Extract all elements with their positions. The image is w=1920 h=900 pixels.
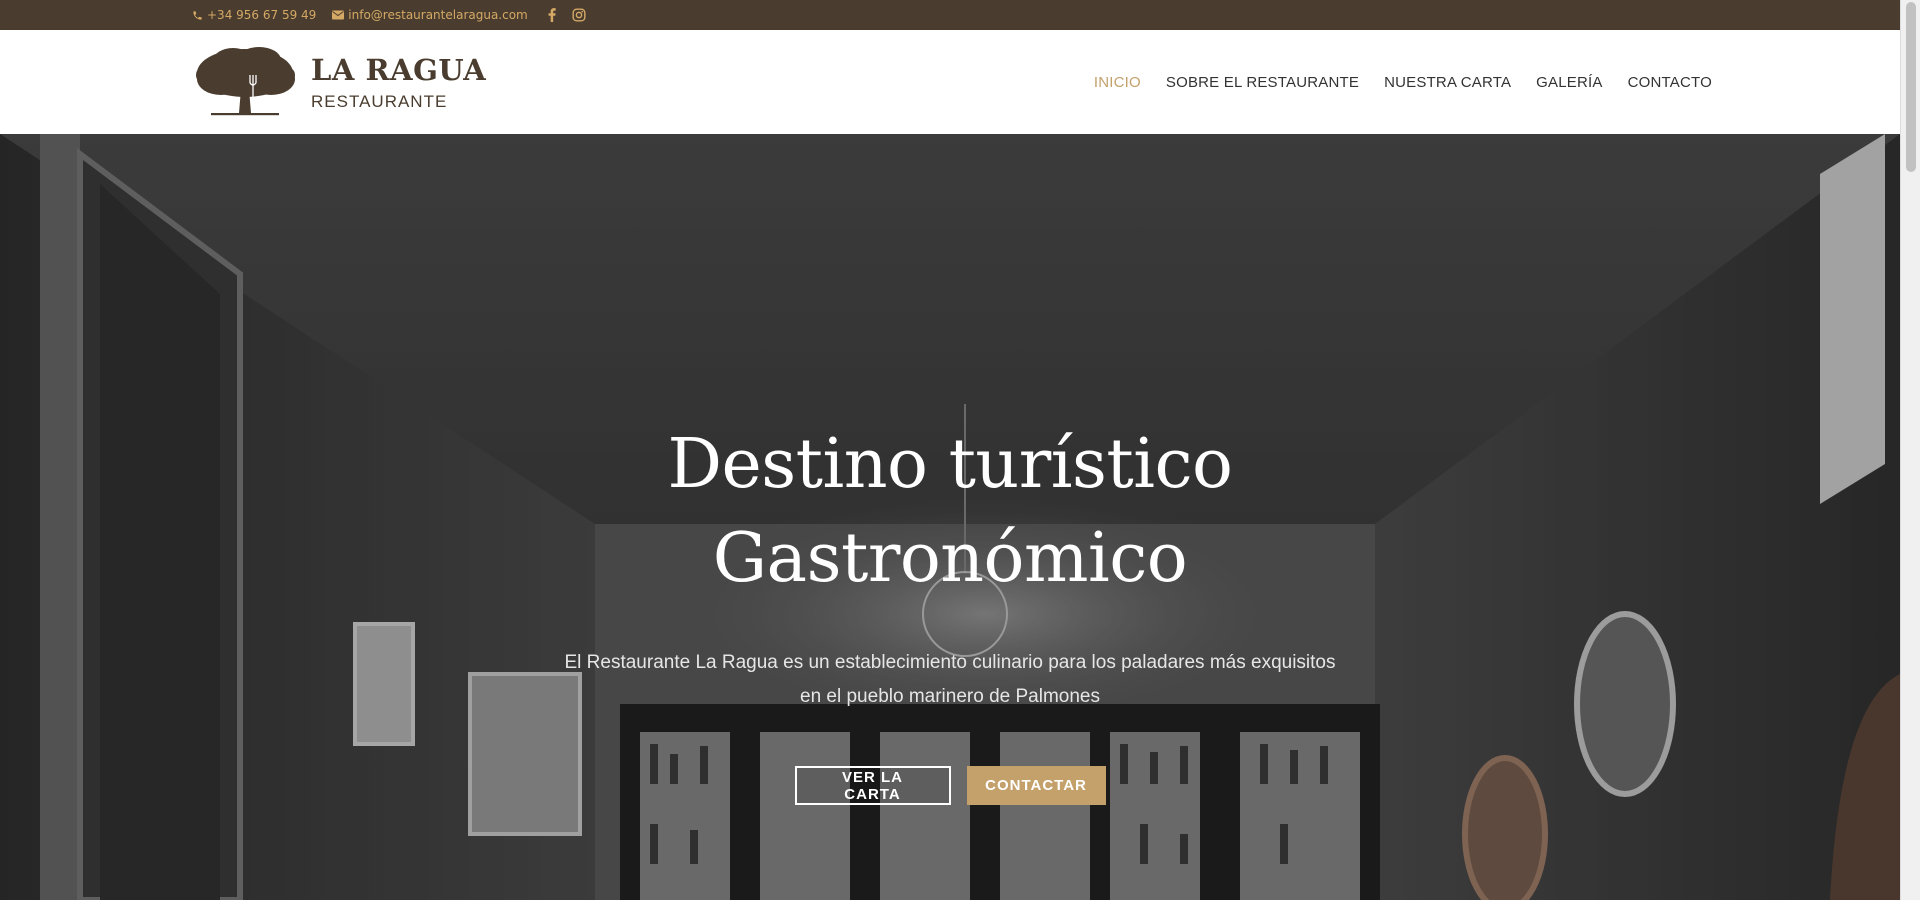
instagram-link[interactable] [572, 8, 586, 22]
email-address: info@restaurantelaragua.com [348, 8, 528, 22]
phone-number: +34 956 67 59 49 [207, 8, 317, 22]
contactar-button[interactable]: CONTACTAR [966, 766, 1106, 805]
hero-description: El Restaurante La Ragua es un establecim… [564, 652, 1336, 707]
nav-item-galeria[interactable]: GALERÍA [1536, 74, 1602, 91]
hero-title-line-2: Gastronómico [712, 519, 1188, 598]
phone-icon [193, 10, 202, 20]
facebook-link[interactable] [548, 8, 556, 22]
top-info-bar: +34 956 67 59 49 info@restaurantelaragua… [0, 0, 1900, 30]
nav-item-contacto[interactable]: CONTACTO [1628, 74, 1712, 91]
instagram-icon [572, 8, 586, 22]
main-navigation: INICIO SOBRE EL RESTAURANTE NUESTRA CART… [1094, 30, 1712, 134]
hero-title: Destino turístico Gastronómico [0, 418, 1900, 606]
tree-logo-icon [196, 47, 295, 116]
scrollbar-thumb[interactable] [1906, 2, 1916, 172]
hero-content: Destino turístico Gastronómico El Restau… [0, 418, 1900, 805]
mail-icon [332, 10, 345, 20]
hero-section: Destino turístico Gastronómico El Restau… [0, 134, 1900, 900]
page-scrollbar[interactable] [1900, 0, 1920, 900]
nav-item-inicio[interactable]: INICIO [1094, 74, 1141, 91]
nav-item-sobre-el-restaurante[interactable]: SOBRE EL RESTAURANTE [1166, 74, 1359, 91]
ver-la-carta-button[interactable]: VER LA CARTA [794, 766, 951, 805]
hero-buttons: VER LA CARTA CONTACTAR [0, 766, 1900, 805]
email-contact[interactable]: info@restaurantelaragua.com [332, 8, 528, 22]
site-logo[interactable]: LA RAGUA RESTAURANTE [193, 45, 493, 121]
hero-title-line-1: Destino turístico [667, 425, 1233, 504]
site-header: LA RAGUA RESTAURANTE INICIO SOBRE EL RES… [0, 30, 1900, 134]
nav-item-nuestra-carta[interactable]: NUESTRA CARTA [1384, 74, 1511, 91]
logo-subtitle: RESTAURANTE [311, 92, 448, 111]
logo-name: LA RAGUA [311, 53, 487, 87]
logo-text: LA RAGUA RESTAURANTE [311, 53, 487, 111]
phone-contact[interactable]: +34 956 67 59 49 [192, 8, 316, 22]
facebook-icon [548, 8, 556, 22]
